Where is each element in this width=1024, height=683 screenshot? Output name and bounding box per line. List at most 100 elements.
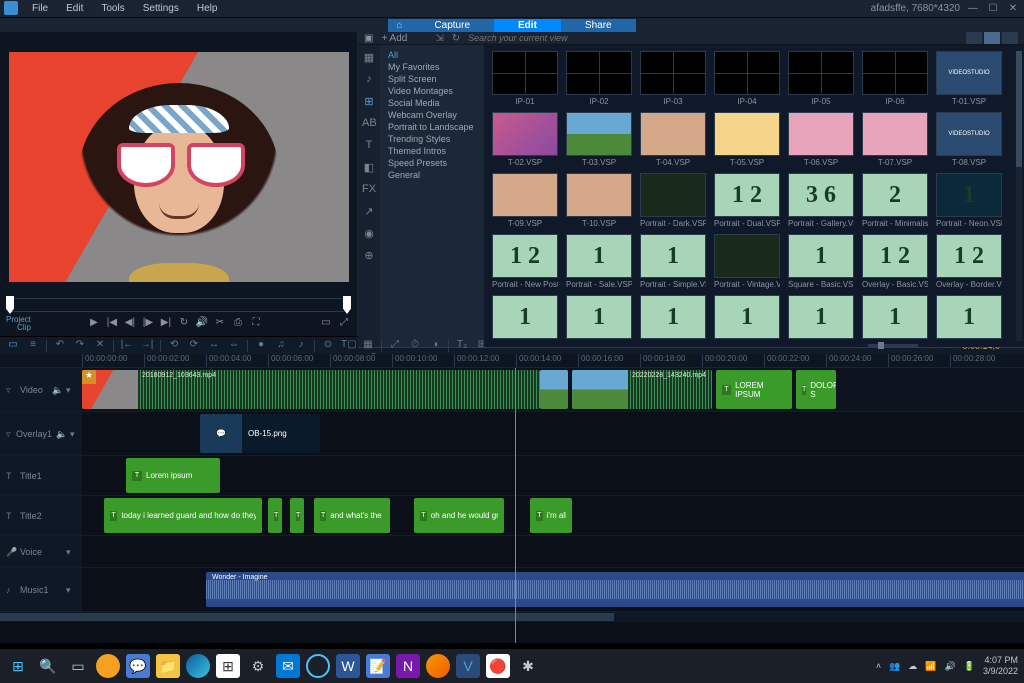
template-thumbnail[interactable]: T-09.VSP (492, 173, 558, 228)
loop-button[interactable]: ↻ (177, 317, 191, 331)
tray-people-icon[interactable]: 👥 (889, 661, 900, 672)
sound-tab-icon[interactable]: ♪ (362, 73, 376, 87)
timeline-view-button[interactable]: ≡ (26, 339, 40, 353)
template-thumbnail[interactable]: 1 (862, 295, 928, 341)
edge-icon[interactable] (186, 654, 210, 678)
template-thumbnail[interactable]: 1 (936, 295, 1002, 341)
snapshot-button[interactable]: ⎙ (231, 317, 245, 331)
undo-button[interactable]: ↶ (53, 339, 67, 353)
template-thumbnail[interactable]: 3 6Portrait - Gallery.VSP (788, 173, 854, 228)
media-tab-icon[interactable]: ▦ (362, 51, 376, 65)
outlook-icon[interactable]: ✉ (276, 654, 300, 678)
system-clock[interactable]: 4:07 PM3/9/2022 (983, 655, 1018, 677)
menu-help[interactable]: Help (189, 1, 226, 16)
mixer-button[interactable]: ♫ (274, 339, 288, 353)
goto-start-button[interactable]: |◀ (105, 317, 119, 331)
template-thumbnail[interactable]: T-05.VSP (714, 112, 780, 167)
category-item[interactable]: All (382, 49, 482, 61)
fullscreen-button[interactable]: ⛶ (249, 317, 263, 331)
template-thumbnail[interactable]: 1 2Portrait - New Post.VSP (492, 234, 558, 289)
subtitle-button[interactable]: T▢ (341, 339, 355, 353)
template-thumbnail[interactable]: 2Portrait - Minimalist.VSP (862, 173, 928, 228)
template-thumbnail[interactable]: 1Portrait - Sale.VSP (566, 234, 632, 289)
roll-button[interactable]: ↔ (207, 339, 221, 353)
tray-battery-icon[interactable]: 🔋 (964, 661, 975, 672)
track-menu-icon[interactable]: ▾ (66, 385, 76, 395)
library-refresh-icon[interactable]: ↻ (452, 33, 460, 44)
tab-share[interactable]: Share (561, 19, 636, 32)
settings-icon[interactable]: ⚙ (246, 654, 270, 678)
title-clip[interactable]: Tand what's the worst tha (314, 498, 390, 533)
menu-edit[interactable]: Edit (58, 1, 91, 16)
template-thumbnail[interactable]: T-07.VSP (862, 112, 928, 167)
tab-home[interactable]: ⌂ (388, 19, 410, 32)
playhead[interactable] (515, 368, 516, 643)
mute-icon[interactable]: 🔈 (52, 385, 62, 395)
tray-volume-icon[interactable]: 🔊 (945, 661, 956, 672)
split-button[interactable]: ✂ (213, 317, 227, 331)
volume-button[interactable]: 🔊 (195, 317, 209, 331)
tracking-tab-icon[interactable]: ⊕ (362, 249, 376, 263)
category-item[interactable]: Video Montages (382, 85, 482, 97)
slide-button[interactable]: ⟳ (187, 339, 201, 353)
overlay-clip[interactable]: 💬OB-15.png (200, 414, 320, 453)
template-thumbnail[interactable]: IP-03 (640, 51, 706, 106)
template-thumbnail[interactable]: VIDEOSTUDIOT-08.VSP (936, 112, 1002, 167)
expand-button[interactable]: ⤢ (337, 317, 351, 331)
firefox-icon[interactable] (426, 654, 450, 678)
tab-capture[interactable]: Capture (410, 19, 494, 32)
titles-tab-icon[interactable]: T (362, 139, 376, 153)
tab-edit[interactable]: Edit (494, 19, 561, 32)
template-thumbnail[interactable]: IP-04 (714, 51, 780, 106)
title-clip[interactable]: Ti'm all of (530, 498, 572, 533)
category-item[interactable]: Social Media (382, 97, 482, 109)
mask-button[interactable]: ◑ (428, 339, 442, 353)
storyboard-view-button[interactable]: ▭ (6, 339, 20, 353)
templates-tab-icon[interactable]: ⊞ (362, 95, 376, 109)
category-item[interactable]: Speed Presets (382, 157, 482, 169)
track-menu-icon[interactable]: ▾ (66, 585, 76, 595)
template-thumbnail[interactable]: 1 2Overlay - Basic.VSP (862, 234, 928, 289)
view-grid-button[interactable] (984, 32, 1000, 44)
prev-frame-button[interactable]: ◀| (123, 317, 137, 331)
marker-end-button[interactable]: →| (140, 339, 154, 353)
category-item[interactable]: Portrait to Landscape (382, 121, 482, 133)
library-scrollbar[interactable] (1016, 51, 1022, 341)
stretch-button[interactable]: ⇔ (227, 339, 241, 353)
template-thumbnail[interactable]: 1Portrait - Simple.VSP (640, 234, 706, 289)
chat-icon[interactable]: 💬 (126, 654, 150, 678)
template-thumbnail[interactable]: IP-06 (862, 51, 928, 106)
video-clip[interactable]: ★20180912_103643.mp4 (82, 370, 540, 409)
3d-title-button[interactable]: T₃ (455, 339, 469, 353)
video-clip[interactable]: TDOLOR S (796, 370, 836, 409)
template-thumbnail[interactable]: 1 (714, 295, 780, 341)
tray-onedrive-icon[interactable]: ☁ (908, 661, 917, 672)
slack-icon[interactable]: ✱ (516, 654, 540, 678)
menu-file[interactable]: File (24, 1, 56, 16)
play-button[interactable]: ▶ (87, 317, 101, 331)
slip-button[interactable]: ⟲ (167, 339, 181, 353)
auto-music-button[interactable]: ♪ (294, 339, 308, 353)
track-menu-icon[interactable]: ▾ (70, 429, 76, 439)
overlays-tab-icon[interactable]: ◧ (362, 161, 376, 175)
template-thumbnail[interactable]: IP-01 (492, 51, 558, 106)
category-item[interactable]: General (382, 169, 482, 181)
music-clip[interactable]: Wonder - Imagine (206, 572, 1024, 607)
template-thumbnail[interactable]: T-06.VSP (788, 112, 854, 167)
template-thumbnail[interactable]: Portrait - Vintage.VSP (714, 234, 780, 289)
tray-wifi-icon[interactable]: 📶 (925, 661, 936, 672)
preview-canvas[interactable] (0, 32, 357, 292)
view-options-button[interactable] (1002, 32, 1018, 44)
template-thumbnail[interactable]: 1 (492, 295, 558, 341)
mute-icon[interactable]: 🔈 (56, 429, 66, 439)
minimize-button[interactable]: — (966, 3, 980, 14)
notepad-icon[interactable]: 📝 (366, 654, 390, 678)
template-thumbnail[interactable]: 1 (566, 295, 632, 341)
store-icon[interactable]: ⊞ (216, 654, 240, 678)
template-thumbnail[interactable]: T-04.VSP (640, 112, 706, 167)
library-folder-icon[interactable]: ▣ (364, 33, 373, 44)
category-item[interactable]: Split Screen (382, 73, 482, 85)
template-thumbnail[interactable]: 1Square - Basic.VSP (788, 234, 854, 289)
video-clip[interactable]: TLOREM IPSUM (716, 370, 792, 409)
cortana-icon[interactable] (306, 654, 330, 678)
